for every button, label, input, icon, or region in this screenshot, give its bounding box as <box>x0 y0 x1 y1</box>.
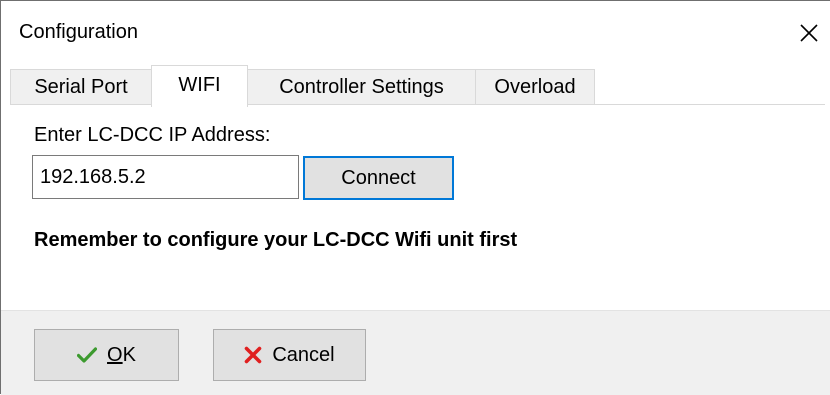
tab-controller-settings[interactable]: Controller Settings <box>247 69 476 105</box>
tab-wifi[interactable]: WIFI <box>151 65 248 107</box>
button-bar: OK Cancel <box>1 310 830 395</box>
close-icon <box>799 23 819 43</box>
cancel-button[interactable]: Cancel <box>213 329 366 381</box>
window-title: Configuration <box>19 21 138 43</box>
tab-overload[interactable]: Overload <box>475 69 595 105</box>
close-button[interactable] <box>789 13 829 53</box>
configuration-dialog: Configuration Serial Port WIFI Controlle… <box>0 0 830 395</box>
connect-button[interactable]: Connect <box>303 156 454 200</box>
title-bar: Configuration <box>1 1 830 63</box>
tab-strip: Serial Port WIFI Controller Settings Ove… <box>10 65 825 107</box>
wifi-panel: Enter LC-DCC IP Address: Connect Remembe… <box>10 104 825 310</box>
ok-label: OK <box>107 343 136 366</box>
ok-button[interactable]: OK <box>34 329 179 381</box>
ip-address-label: Enter LC-DCC IP Address: <box>34 124 271 146</box>
reminder-text: Remember to configure your LC-DCC Wifi u… <box>34 229 518 251</box>
x-icon <box>244 346 262 364</box>
tab-serial-port[interactable]: Serial Port <box>10 69 152 105</box>
cancel-label: Cancel <box>272 343 335 366</box>
ip-address-input[interactable] <box>32 155 299 199</box>
checkmark-icon <box>77 347 98 363</box>
